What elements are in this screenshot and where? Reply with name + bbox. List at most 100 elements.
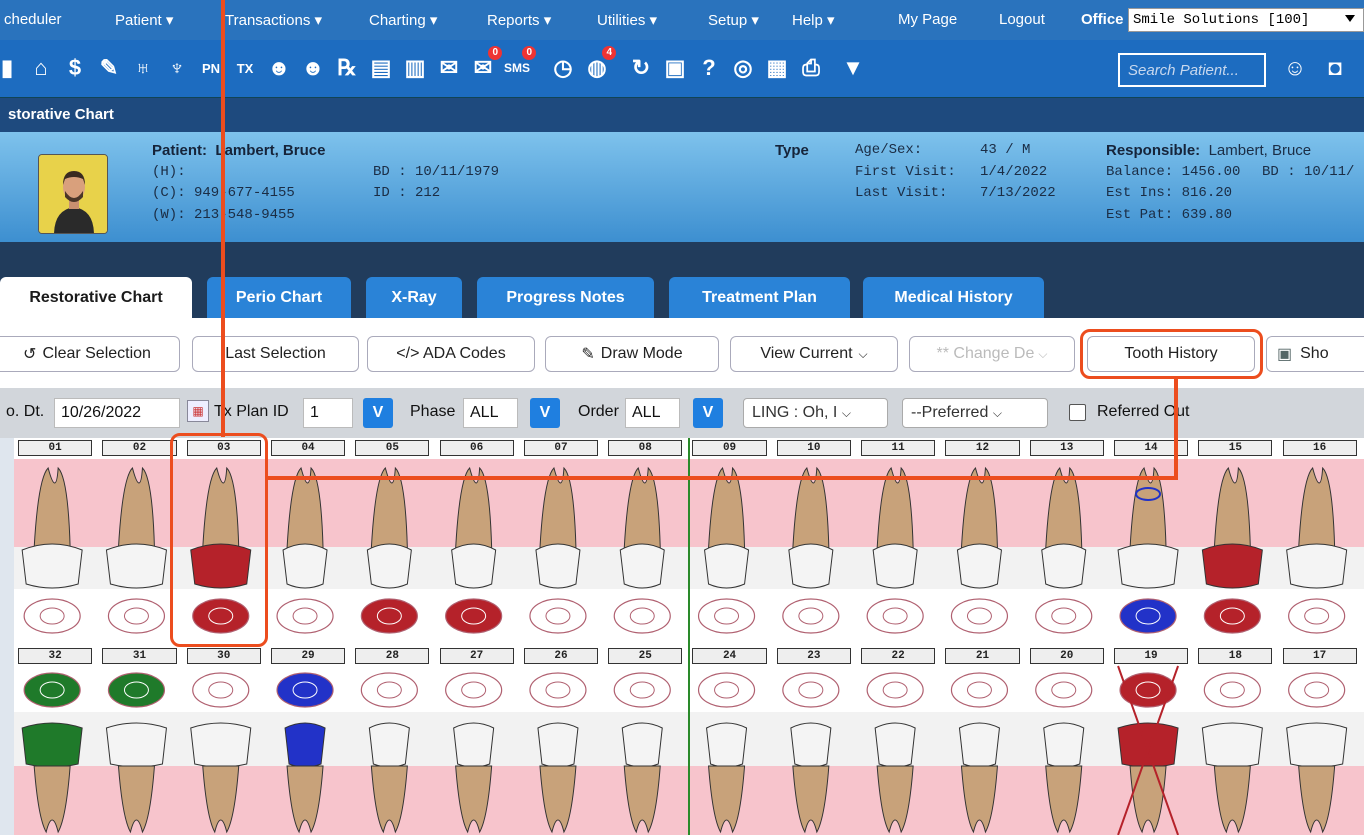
options-row: o. Dt. 10/26/2022 ▦ Tx Plan ID 1 V Phase… (0, 388, 1364, 438)
menu-reports[interactable]: Reports ▾ (487, 11, 551, 29)
lower-occlusal-surface (360, 672, 418, 708)
surface-value: LING : Oh, I (752, 404, 838, 421)
order-v-button[interactable]: V (693, 398, 723, 428)
clear-selection-button[interactable]: ↺ Clear Selection (0, 336, 180, 372)
dollar-icon[interactable]: $ (58, 50, 92, 86)
tab-treatment-plan[interactable]: Treatment Plan (669, 277, 850, 318)
change-date-select[interactable]: ** Change De ⌵ (909, 336, 1075, 372)
lower-crown (706, 722, 748, 768)
prescription-icon[interactable]: ℞ (330, 50, 364, 86)
office-select[interactable]: Smile Solutions [100] (1128, 8, 1364, 32)
help-icon[interactable]: ? (692, 50, 726, 86)
treatment-icon[interactable]: TX (228, 50, 262, 86)
menu-setup[interactable]: Setup ▾ (708, 11, 759, 29)
menu-my-page[interactable]: My Page (898, 11, 957, 28)
tab-progress-notes[interactable]: Progress Notes (477, 277, 654, 318)
patient-birthdate: BD : 10/11/1979 (373, 164, 500, 180)
menu-patient[interactable]: Patient ▾ (115, 11, 173, 29)
tooth-chart-icon[interactable]: ♆ (160, 50, 194, 86)
upper-occlusal-surface (1203, 598, 1261, 634)
lower-crown (537, 722, 579, 768)
phase-input[interactable]: ALL (463, 398, 518, 428)
menu-utilities[interactable]: Utilities ▾ (597, 11, 657, 29)
globe-icon[interactable]: ◍ 4 (580, 46, 616, 86)
proc-date-input[interactable]: 10/26/2022 (54, 398, 180, 428)
user-search-icon[interactable]: ☺ (1278, 50, 1312, 86)
lower-root (202, 765, 240, 834)
upper-occlusal-surface (950, 598, 1009, 634)
ada-codes-button[interactable]: </> ADA Codes (367, 336, 535, 372)
home-icon[interactable]: ⌂ (24, 50, 58, 86)
message-icon[interactable]: ✉ 0 (466, 46, 502, 86)
menu-logout[interactable]: Logout (999, 11, 1045, 28)
preferred-select[interactable]: --Preferred ⌵ (902, 398, 1048, 428)
balance: Balance: 1456.00 (1106, 164, 1241, 180)
menu-transactions[interactable]: Transactions ▾ (225, 11, 322, 29)
lower-crown (874, 722, 916, 768)
sync-icon[interactable]: ↻ (624, 50, 658, 86)
lower-crown (1286, 722, 1348, 768)
responsible-label: Responsible: (1106, 142, 1201, 159)
draw-mode-button[interactable]: ✎ Draw Mode (545, 336, 719, 372)
left-frame (0, 438, 14, 835)
lower-occlusal-surface (529, 672, 587, 708)
lower-crown (453, 722, 495, 768)
office-icon[interactable]: ▦ (760, 50, 794, 86)
order-input[interactable]: ALL (625, 398, 680, 428)
clear-selection-label: Clear Selection (42, 345, 151, 362)
upper-occlusal-surface (107, 598, 166, 634)
patient-name: Lambert, Bruce (215, 142, 326, 159)
lower-crown (621, 722, 663, 768)
est-insurance: Est Ins: 816.20 (1106, 185, 1233, 201)
view-current-select[interactable]: View Current ⌵ (730, 336, 898, 372)
patient-name-label: Patient: (152, 142, 208, 159)
surface-select[interactable]: LING : Oh, I ⌵ (743, 398, 888, 428)
change-date-label: ** Change De (936, 345, 1035, 362)
annotation-line-connector (1174, 378, 1178, 480)
menu-scheduler[interactable]: cheduler (4, 11, 62, 28)
upper-crown (21, 543, 83, 589)
show-button[interactable]: ▣ Sho (1266, 336, 1364, 372)
icon-toolbar: ▮ ⌂ $ ✎ ♅ ♆ PN TX ☻ ☻ ℞ ▤ ▥ ✉ ✉ 0 SMS 0 ◷ … (0, 40, 1364, 98)
referred-out-checkbox[interactable] (1069, 404, 1086, 421)
tooth-box-icon[interactable]: ▣ (658, 50, 692, 86)
last-visit-label: Last Visit: (855, 185, 948, 201)
add-user-icon[interactable]: ☻ (296, 50, 330, 86)
printer-icon[interactable]: ⎙ (794, 50, 828, 86)
sms-icon[interactable]: SMS 0 (500, 46, 536, 86)
edit-note-icon[interactable]: ✎ (92, 50, 126, 86)
add-patient-icon[interactable]: ☻ (262, 50, 296, 86)
calendar-icon[interactable]: ▦ (187, 400, 209, 422)
upper-occlusal-surface (1035, 598, 1093, 634)
upper-root (1129, 466, 1167, 549)
web-icon[interactable]: ◎ (726, 50, 760, 86)
letter-icon[interactable]: ✉ (432, 50, 466, 86)
upper-root (623, 466, 661, 549)
upper-root (1298, 466, 1336, 549)
avatar[interactable] (38, 154, 108, 234)
menu-charting[interactable]: Charting ▾ (369, 11, 437, 29)
tab-medical-history[interactable]: Medical History (863, 277, 1044, 318)
lower-root (286, 765, 324, 834)
tx-plan-input[interactable]: 1 (303, 398, 353, 428)
scan-document-icon[interactable]: ▥ (398, 50, 432, 86)
tab-restorative-chart[interactable]: Restorative Chart (0, 277, 192, 318)
dropdown-icon[interactable]: ▼ (836, 50, 870, 86)
tx-plan-v-button[interactable]: V (363, 398, 393, 428)
tab-x-ray[interactable]: X-Ray (366, 277, 462, 318)
phase-v-button[interactable]: V (530, 398, 560, 428)
last-selection-button[interactable]: Last Selection (192, 336, 359, 372)
tab-perio-chart[interactable]: Perio Chart (207, 277, 351, 318)
upper-root (286, 466, 324, 549)
settings-icon[interactable]: ◘ (1318, 50, 1352, 86)
menu-help[interactable]: Help ▾ (792, 11, 835, 29)
upper-root (792, 466, 830, 549)
lower-crown (958, 722, 1000, 768)
clock-icon[interactable]: ◷ (546, 50, 580, 86)
search-patient-input[interactable]: Search Patient... (1118, 53, 1266, 87)
tooth-icon[interactable]: ♅ (126, 50, 160, 86)
list-icon[interactable]: ▮ (0, 50, 24, 86)
upper-crown (1286, 543, 1348, 589)
lower-crown (190, 722, 252, 768)
document-icon[interactable]: ▤ (364, 50, 398, 86)
